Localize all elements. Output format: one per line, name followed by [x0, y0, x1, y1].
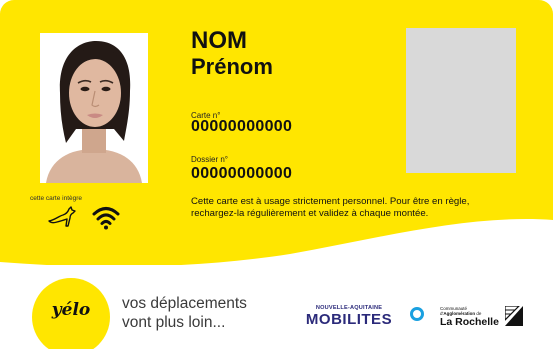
- nouvelle-aquitaine-mobilites-logo: NOUVELLE-AQUITAINE MOBILITES: [300, 305, 398, 328]
- first-name: Prénom: [191, 54, 273, 79]
- yelo-logo: yélo: [32, 278, 110, 349]
- partner1-bottom-text: MOBILITES: [305, 311, 393, 328]
- card-number: 00000000000: [191, 118, 293, 135]
- tagline-line-1: vos déplacements: [122, 295, 247, 312]
- id-photo: [40, 33, 148, 183]
- file-number: 00000000000: [191, 165, 293, 182]
- usage-notice: Cette carte est à usage strictement pers…: [191, 196, 470, 219]
- tagline-line-2: vont plus loin...: [122, 314, 226, 331]
- holder-name: NOM Prénom: [191, 28, 273, 80]
- grey-placeholder: [406, 28, 516, 173]
- file-number-label: Dossier n°: [191, 155, 228, 164]
- last-name: NOM: [191, 27, 247, 54]
- integrated-features-label: cette carte intègre: [30, 195, 83, 202]
- kangaroo-icon: [48, 206, 76, 227]
- yelo-logo-text: yélo: [51, 300, 91, 320]
- ring-icon: [410, 307, 424, 321]
- transport-card: cette carte intègre NOM Prénom Carte n° …: [0, 0, 553, 349]
- la-rochelle-logo: Communauté d'Agglomération de La Rochell…: [440, 306, 499, 328]
- tagline: vos déplacements vont plus loin...: [122, 294, 247, 332]
- la-rochelle-mark-icon: [505, 306, 523, 326]
- partner2-line-3: La Rochelle: [440, 316, 499, 328]
- contactless-icon: [92, 207, 120, 230]
